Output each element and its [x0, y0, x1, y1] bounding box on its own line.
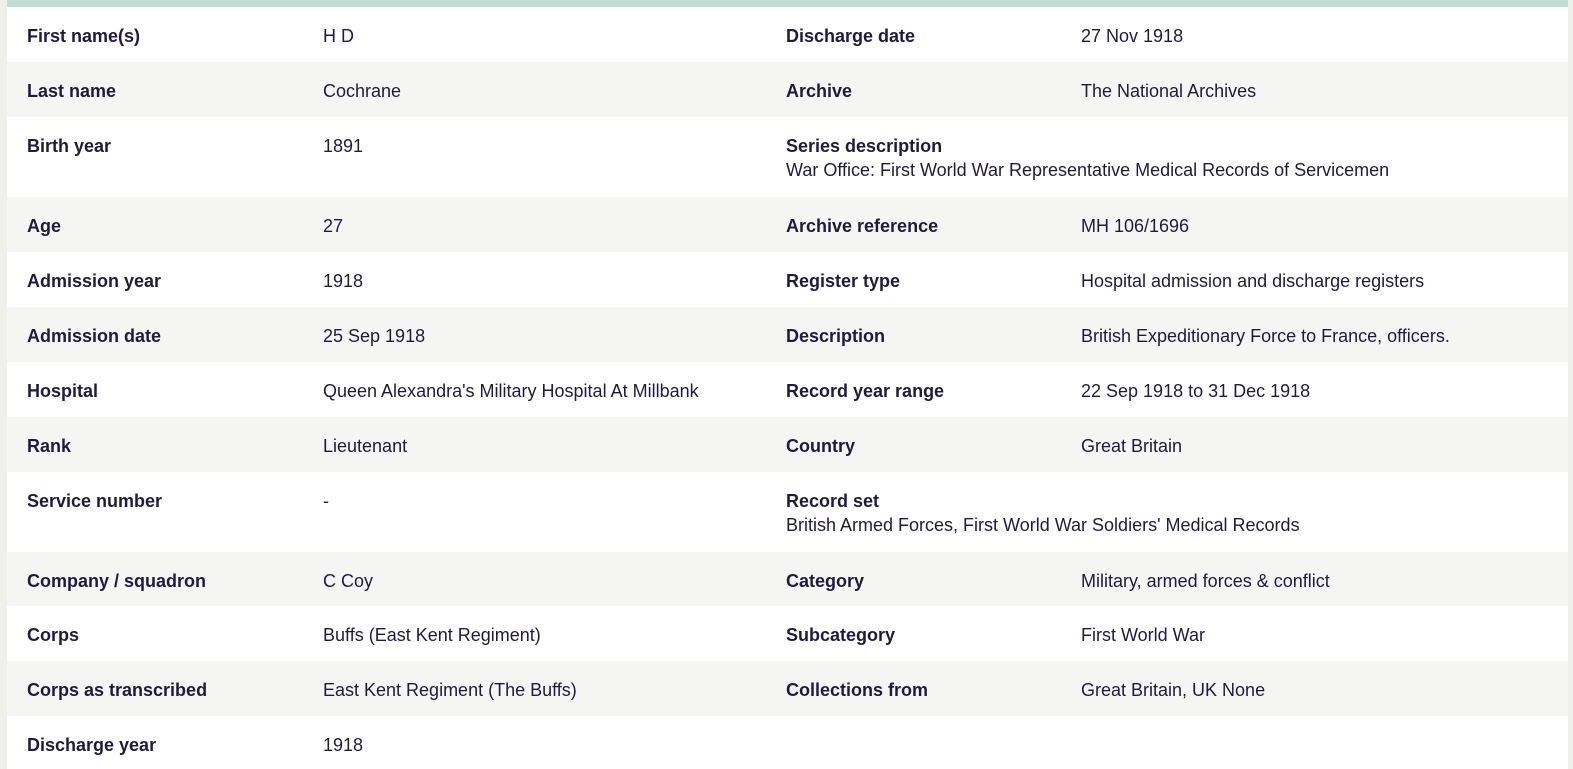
field-value: Cochrane	[323, 81, 402, 101]
field-row-subcategory: Subcategory First World War	[786, 606, 1568, 661]
field-label: Country	[786, 436, 855, 456]
field-label: Corps	[27, 625, 80, 645]
field-value: The National Archives	[1081, 81, 1257, 101]
field-value: Military, armed forces & conflict	[1081, 571, 1330, 591]
field-value: 27 Nov 1918	[1081, 26, 1184, 46]
field-label: Birth year	[27, 136, 112, 156]
field-row-collections-from: Collections from Great Britain, UK None	[786, 661, 1568, 716]
left-column: First name(s) H D Last name Cochrane Bir…	[7, 7, 786, 769]
field-value: British Armed Forces, First World War So…	[786, 515, 1300, 535]
field-row-discharge-date: Discharge date 27 Nov 1918	[786, 7, 1568, 62]
field-row-admission-year: Admission year 1918	[7, 252, 786, 307]
field-row-corps: Corps Buffs (East Kent Regiment)	[7, 606, 786, 661]
field-value: H D	[323, 26, 354, 46]
field-value: 1918	[323, 735, 364, 755]
field-value: 27	[323, 216, 344, 236]
field-row-hospital: Hospital Queen Alexandra's Military Hosp…	[7, 362, 786, 417]
field-value: 1891	[323, 136, 364, 156]
field-label: Record year range	[786, 381, 945, 401]
field-label: Description	[786, 326, 886, 346]
field-row-age: Age 27	[7, 197, 786, 252]
field-row-service-number: Service number -	[7, 472, 786, 552]
field-value: C Coy	[323, 571, 374, 591]
field-label: Series description	[786, 136, 943, 156]
field-label: Archive	[786, 81, 853, 101]
field-label: Admission year	[27, 271, 162, 291]
field-value: 22 Sep 1918 to 31 Dec 1918	[1081, 381, 1311, 401]
field-row-last-name: Last name Cochrane	[7, 62, 786, 117]
field-row-register-type: Register type Hospital admission and dis…	[786, 252, 1568, 307]
field-value: East Kent Regiment (The Buffs)	[323, 680, 577, 700]
field-label: Service number	[27, 491, 163, 511]
record-details-grid: First name(s) H D Last name Cochrane Bir…	[7, 7, 1568, 769]
field-value: Buffs (East Kent Regiment)	[323, 625, 541, 645]
record-details-panel: First name(s) H D Last name Cochrane Bir…	[7, 0, 1568, 769]
field-row-record-year-range: Record year range 22 Sep 1918 to 31 Dec …	[786, 362, 1568, 417]
field-value: First World War	[1081, 625, 1205, 645]
field-value: Queen Alexandra's Military Hospital At M…	[323, 381, 699, 401]
field-label: Rank	[27, 436, 72, 456]
field-label: Company / squadron	[27, 571, 207, 591]
field-value: Hospital admission and discharge registe…	[1081, 271, 1425, 291]
field-value: MH 106/1696	[1081, 216, 1190, 236]
field-row-discharge-year: Discharge year 1918	[7, 716, 786, 769]
field-label: Age	[27, 216, 62, 236]
field-row-description: Description British Expeditionary Force …	[786, 307, 1568, 362]
field-label: Discharge date	[786, 26, 916, 46]
field-value: Great Britain	[1081, 436, 1183, 456]
field-row-country: Country Great Britain	[786, 417, 1568, 472]
field-value: 1918	[323, 271, 364, 291]
field-label: Subcategory	[786, 625, 896, 645]
field-label: Archive reference	[786, 216, 939, 236]
field-row-archive: Archive The National Archives	[786, 62, 1568, 117]
field-label: Admission date	[27, 326, 162, 346]
field-row-corps-as-transcribed: Corps as transcribed East Kent Regiment …	[7, 661, 786, 716]
accent-bar	[7, 0, 1568, 7]
field-label: Last name	[27, 81, 117, 101]
field-row-category: Category Military, armed forces & confli…	[786, 552, 1568, 606]
field-row-admission-date: Admission date 25 Sep 1918	[7, 307, 786, 362]
field-row-archive-reference: Archive reference MH 106/1696	[786, 197, 1568, 252]
field-label: Collections from	[786, 680, 929, 700]
field-label: First name(s)	[27, 26, 141, 46]
field-label: Hospital	[27, 381, 99, 401]
field-value: Great Britain, UK None	[1081, 680, 1266, 700]
field-row-first-names: First name(s) H D	[7, 7, 786, 62]
field-row-series-description: Series description War Office: First Wor…	[786, 117, 1568, 197]
field-value: Lieutenant	[323, 436, 408, 456]
field-row-birth-year: Birth year 1891	[7, 117, 786, 197]
field-label: Register type	[786, 271, 901, 291]
field-value: -	[323, 491, 329, 511]
field-label: Category	[786, 571, 865, 591]
field-row-rank: Rank Lieutenant	[7, 417, 786, 472]
field-value: 25 Sep 1918	[323, 326, 426, 346]
stacked-field: Series description War Office: First Wor…	[786, 134, 1389, 182]
field-row-company-squadron: Company / squadron C Coy	[7, 552, 786, 606]
field-value: British Expeditionary Force to France, o…	[1081, 326, 1450, 346]
field-label: Corps as transcribed	[27, 680, 208, 700]
right-column: Discharge date 27 Nov 1918 Archive The N…	[786, 7, 1568, 716]
field-row-record-set: Record set British Armed Forces, First W…	[786, 472, 1568, 552]
field-value: War Office: First World War Representati…	[786, 160, 1390, 180]
field-label: Discharge year	[27, 735, 157, 755]
stacked-field: Record set British Armed Forces, First W…	[786, 489, 1300, 537]
field-label: Record set	[786, 491, 880, 511]
